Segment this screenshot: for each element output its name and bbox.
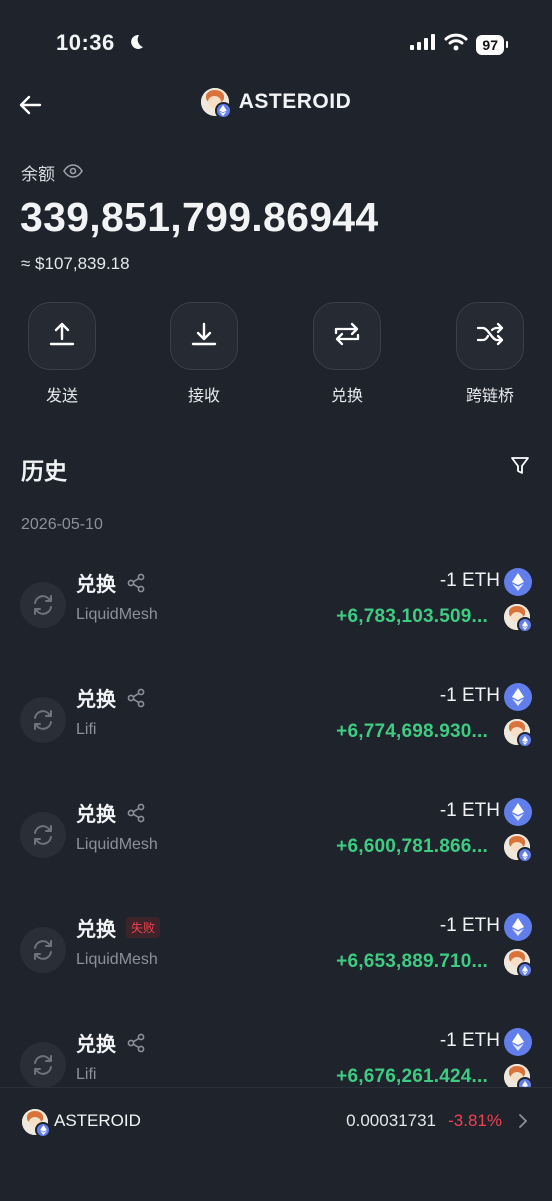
transaction-type: 兑换 <box>76 1034 116 1056</box>
swap-label: 兑换 <box>330 388 363 405</box>
transaction-in-amount: +6,783,103.509... <box>336 606 488 627</box>
transaction-type-row: 兑换 失败 <box>76 913 161 942</box>
transaction-row[interactable]: 兑换 LiquidMesh -1 ETH +6,783,103.509... <box>0 568 552 660</box>
transaction-type-row: 兑换 <box>76 1028 146 1057</box>
eye-icon[interactable] <box>63 163 83 183</box>
token-avatar-icon <box>504 949 533 978</box>
status-time: 10:36 <box>56 30 115 55</box>
token-price-bar[interactable]: ASTEROID 0.00031731 -3.81% <box>0 1087 552 1201</box>
token-price: 0.00031731 <box>346 1111 436 1130</box>
eth-icon <box>504 1028 532 1056</box>
eth-icon <box>504 798 532 826</box>
token-avatar-icon <box>200 88 232 119</box>
transaction-type-row: 兑换 <box>76 568 146 597</box>
balance-usd-value: ≈ $107,839.18 <box>21 254 130 273</box>
transaction-provider: Lifi <box>76 721 97 738</box>
transaction-provider: LiquidMesh <box>76 606 158 623</box>
filter-icon[interactable] <box>510 456 530 481</box>
transaction-out-amount: -1 ETH <box>439 685 500 706</box>
transaction-in-amount: +6,600,781.866... <box>336 836 488 857</box>
swap-history-icon <box>20 1042 66 1088</box>
transaction-provider: Lifi <box>76 1066 97 1083</box>
transaction-out-amount: -1 ETH <box>439 1030 500 1051</box>
share-icon[interactable] <box>126 1033 146 1053</box>
transaction-provider: LiquidMesh <box>76 836 158 853</box>
receive-button[interactable]: 接收 <box>164 302 244 406</box>
transaction-in-amount: +6,653,889.710... <box>336 951 488 972</box>
history-date: 2026-05-10 <box>21 516 103 533</box>
transaction-type: 兑换 <box>76 574 116 596</box>
signal-icon <box>410 34 436 55</box>
shuffle-icon <box>475 320 505 353</box>
receive-label: 接收 <box>187 388 220 405</box>
transaction-out-amount: -1 ETH <box>439 570 500 591</box>
transaction-row[interactable]: 兑换 LiquidMesh -1 ETH +6,600,781.866... <box>0 798 552 890</box>
token-avatar-icon <box>504 604 533 633</box>
transaction-in-amount: +6,774,698.930... <box>336 721 488 742</box>
balance-amount: 339,851,799.86944 <box>20 194 379 240</box>
swap-history-icon <box>20 697 66 743</box>
transaction-row[interactable]: 兑换 失败 LiquidMesh -1 ETH +6,653,889.710... <box>0 913 552 1005</box>
price-change: -3.81% <box>448 1111 502 1130</box>
page-title: ASTEROID <box>238 90 352 113</box>
transaction-out-amount: -1 ETH <box>439 915 500 936</box>
share-icon[interactable] <box>126 803 146 823</box>
transaction-out-amount: -1 ETH <box>439 800 500 821</box>
failed-badge: 失败 <box>126 917 161 938</box>
send-button[interactable]: 发送 <box>22 302 102 406</box>
token-avatar-icon <box>504 834 533 863</box>
eth-icon <box>504 913 532 941</box>
transaction-type: 兑换 <box>76 804 116 826</box>
swap-button[interactable]: 兑换 <box>307 302 387 406</box>
bridge-button[interactable]: 跨链桥 <box>450 302 530 406</box>
share-icon[interactable] <box>126 688 146 708</box>
swap-history-icon <box>20 582 66 628</box>
chevron-right-icon <box>518 1113 528 1134</box>
page-header: ASTEROID <box>0 88 552 119</box>
token-avatar-icon <box>22 1109 51 1138</box>
share-icon[interactable] <box>126 573 146 593</box>
transaction-type: 兑换 <box>76 919 116 941</box>
battery-icon: 97 <box>476 34 508 55</box>
swap-icon <box>332 320 362 353</box>
download-icon <box>190 320 218 353</box>
transaction-type: 兑换 <box>76 689 116 711</box>
token-name: ASTEROID <box>54 1111 141 1130</box>
upload-icon <box>48 320 76 353</box>
bridge-label: 跨链桥 <box>465 388 514 405</box>
transaction-type-row: 兑换 <box>76 798 146 827</box>
token-avatar-icon <box>504 719 533 748</box>
balance-label: 余额 <box>21 165 55 184</box>
send-label: 发送 <box>45 388 78 405</box>
transaction-type-row: 兑换 <box>76 683 146 712</box>
transaction-in-amount: +6,676,261.424... <box>336 1066 488 1087</box>
swap-history-icon <box>20 812 66 858</box>
transaction-row[interactable]: 兑换 Lifi -1 ETH +6,774,698.930... <box>0 683 552 775</box>
wifi-icon <box>444 33 468 56</box>
moon-icon <box>127 33 145 56</box>
transaction-provider: LiquidMesh <box>76 951 158 968</box>
swap-history-icon <box>20 927 66 973</box>
eth-icon <box>504 568 532 596</box>
history-title: 历史 <box>21 458 67 484</box>
balance-label-row: 余额 <box>21 160 83 185</box>
status-bar: 10:36 97 <box>0 0 552 80</box>
eth-icon <box>504 683 532 711</box>
